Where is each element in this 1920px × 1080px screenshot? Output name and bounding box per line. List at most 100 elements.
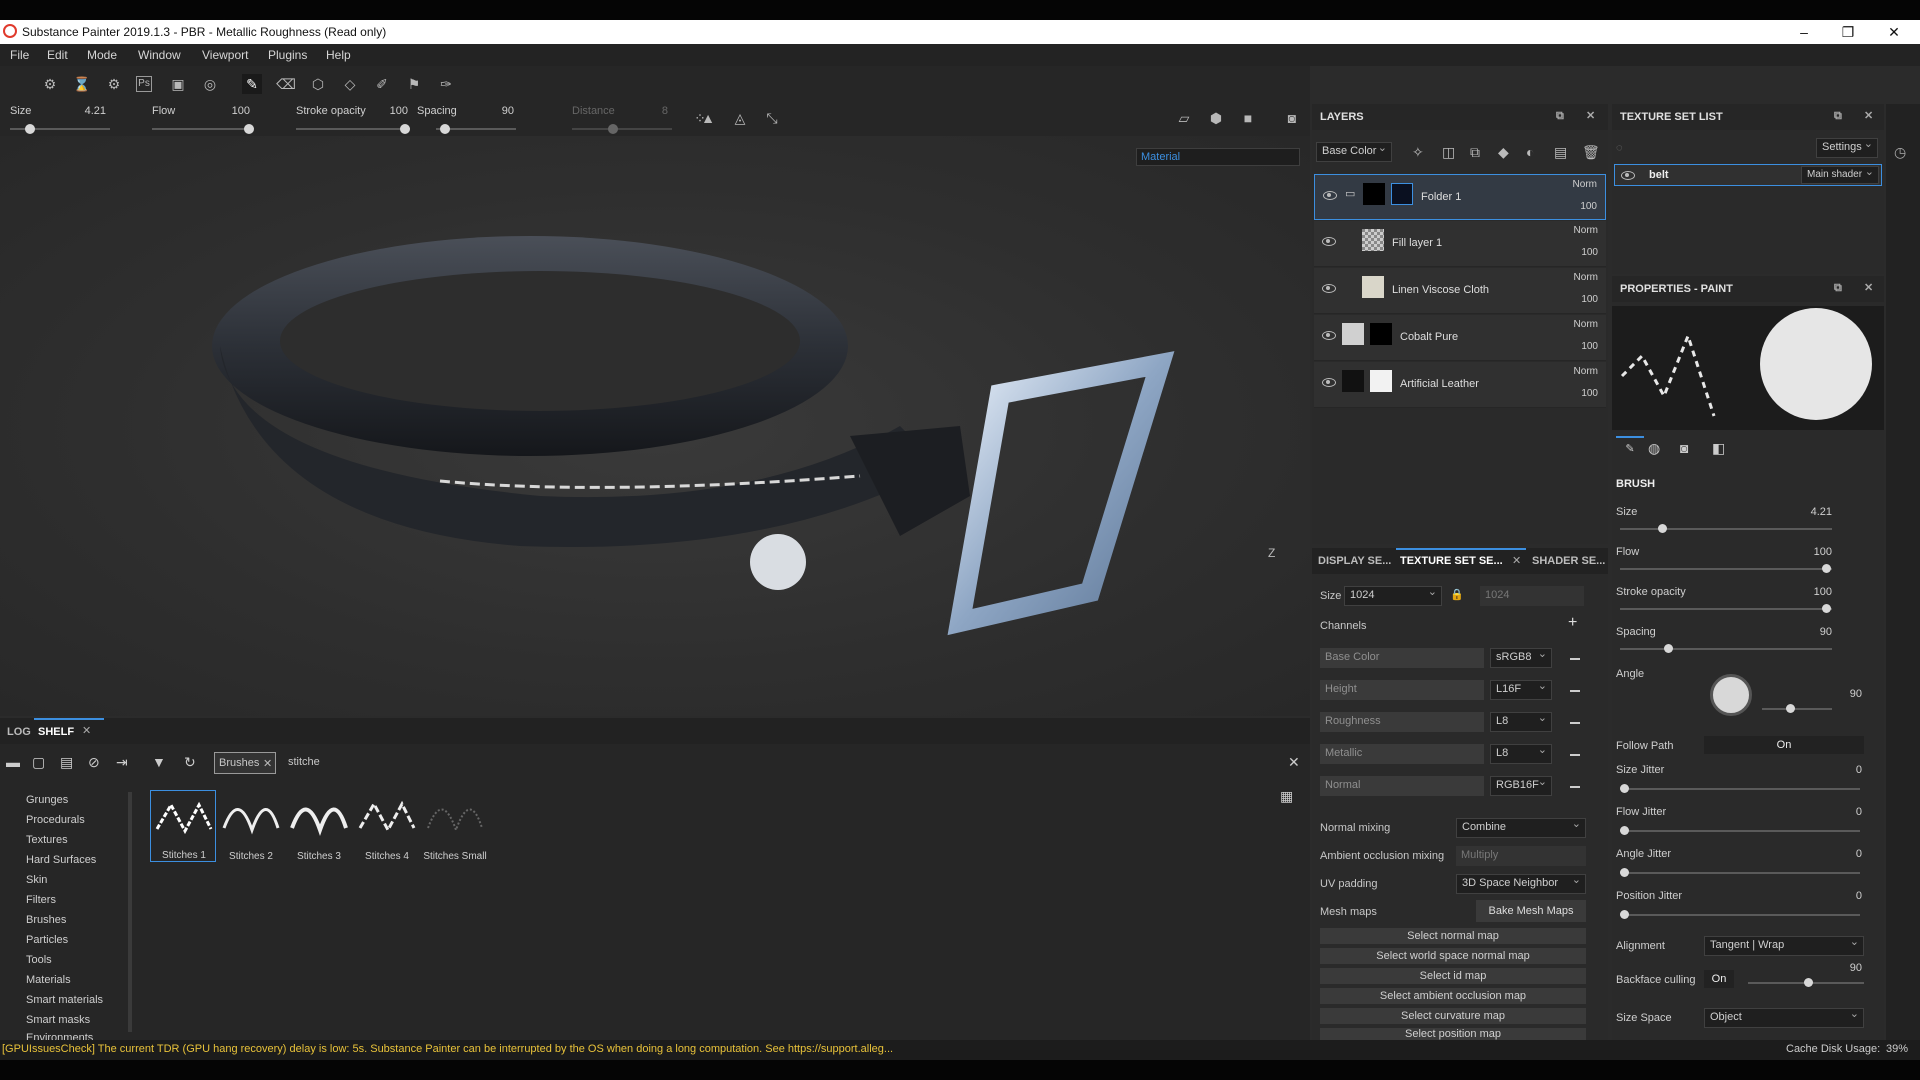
layer-row-artificial-leather[interactable]: Artificial Leather Norm 100 xyxy=(1314,362,1606,408)
transform-icon[interactable]: ⤡ xyxy=(762,108,782,128)
texture-set-settings-select[interactable]: Settings xyxy=(1816,137,1878,158)
category-hard-surfaces[interactable]: Hard Surfaces xyxy=(26,854,96,866)
channel-normal-format[interactable]: RGB16F xyxy=(1490,775,1552,796)
distance-value[interactable]: 8 xyxy=(652,105,668,117)
category-procedurals[interactable]: Procedurals xyxy=(26,814,85,826)
prop-size-slider[interactable] xyxy=(1620,524,1832,533)
add-smart-layer-icon[interactable]: ◐ xyxy=(1526,144,1534,160)
color-picker-icon[interactable]: ✑ xyxy=(436,74,456,94)
follow-path-toggle[interactable]: On xyxy=(1704,736,1864,754)
brush-stitches-small[interactable]: Stitches Small xyxy=(422,790,488,862)
layer-row-linen-viscose-cloth[interactable]: Linen Viscose Cloth Norm 100 xyxy=(1314,268,1606,314)
stroke-opacity-value[interactable]: 100 xyxy=(384,105,408,117)
category-particles[interactable]: Particles xyxy=(26,934,68,946)
filter-chip-brushes[interactable]: Brushes ✕ xyxy=(214,752,276,774)
restore-button[interactable]: ❐ xyxy=(1826,22,1870,42)
prop-angle-slider[interactable] xyxy=(1762,704,1832,713)
shelf-search-input[interactable]: stitche xyxy=(284,752,1294,774)
prop-spacing-slider[interactable] xyxy=(1620,644,1832,653)
import-icon[interactable]: ⇥ xyxy=(116,754,128,771)
visibility-eye-icon[interactable] xyxy=(1323,191,1337,200)
panel-undock-icon[interactable]: ⧉ xyxy=(1834,110,1842,123)
prop-stroke-opacity-knob[interactable] xyxy=(1822,604,1831,613)
layer-blend-mode[interactable]: Norm xyxy=(1573,179,1597,190)
refresh-icon[interactable]: ↻ xyxy=(184,754,196,771)
prop-stroke-opacity-value[interactable]: 100 xyxy=(1814,586,1832,598)
add-mask-icon[interactable]: ◫ xyxy=(1442,144,1455,161)
prop-size-jitter-value[interactable]: 0 xyxy=(1856,764,1862,776)
menu-plugins[interactable]: Plugins xyxy=(268,48,307,62)
add-fill-layer-icon[interactable]: ◆ xyxy=(1498,144,1509,161)
menu-viewport[interactable]: Viewport xyxy=(202,48,248,62)
gear-small-icon[interactable]: ⚙ xyxy=(104,74,124,94)
prop-flow-knob[interactable] xyxy=(1822,564,1831,573)
lock-icon[interactable]: 🔒 xyxy=(1450,588,1464,601)
bake-mesh-maps-button[interactable]: Bake Mesh Maps xyxy=(1476,900,1586,922)
prop-position-jitter-value[interactable]: 0 xyxy=(1856,890,1862,902)
category-materials[interactable]: Materials xyxy=(26,974,71,986)
flow-slider[interactable] xyxy=(152,124,254,134)
prop-flow-jitter-slider[interactable] xyxy=(1620,826,1860,835)
visibility-eye-icon[interactable] xyxy=(1322,331,1336,340)
prop-spacing-value[interactable]: 90 xyxy=(1820,626,1832,638)
channel-height-format[interactable]: L16F xyxy=(1490,679,1552,700)
view-3d-icon[interactable]: ⬢ xyxy=(1206,108,1226,128)
flow-value[interactable]: 100 xyxy=(226,105,250,117)
grid-view-icon[interactable]: ▦ xyxy=(1280,788,1293,805)
category-filters[interactable]: Filters xyxy=(26,894,56,906)
angle-dial[interactable] xyxy=(1710,674,1752,716)
brush-stitches-2[interactable]: Stitches 2 xyxy=(218,790,284,862)
size-slider[interactable] xyxy=(10,124,110,134)
category-textures[interactable]: Textures xyxy=(26,834,68,846)
panel-close-icon[interactable]: ✕ xyxy=(1586,109,1595,122)
tab-close-icon[interactable]: ✕ xyxy=(1512,554,1521,567)
prop-size-knob[interactable] xyxy=(1658,524,1667,533)
prop-flow-value[interactable]: 100 xyxy=(1814,546,1832,558)
prop-size-jitter-knob[interactable] xyxy=(1620,784,1629,793)
visibility-eye-icon[interactable] xyxy=(1322,378,1336,387)
add-effect-icon[interactable]: ✧ xyxy=(1412,144,1424,161)
shader-select[interactable]: Main shader xyxy=(1801,165,1879,184)
prop-size-value[interactable]: 4.21 xyxy=(1811,506,1832,518)
smudge-icon[interactable]: ✐ xyxy=(372,74,392,94)
prop-backface-value[interactable]: 90 xyxy=(1850,962,1862,974)
stroke-opacity-slider[interactable] xyxy=(296,124,410,134)
brush-stitches-1[interactable]: Stitches 1 xyxy=(150,790,216,862)
category-brushes[interactable]: Brushes xyxy=(26,914,66,926)
settings-gear-icon[interactable]: ⚙ xyxy=(40,74,60,94)
new-shelf-icon[interactable]: ▢ xyxy=(32,754,45,771)
stroke-opacity-knob[interactable] xyxy=(400,124,410,134)
tab-texture-set-settings[interactable]: TEXTURE SET SE... xyxy=(1400,555,1503,567)
clear-search-icon[interactable]: ✕ xyxy=(1288,754,1300,771)
history-icon[interactable]: ◷ xyxy=(1894,144,1906,161)
panel-close-icon[interactable]: ✕ xyxy=(1864,109,1873,122)
layer-row-cobalt-pure[interactable]: Cobalt Pure Norm 100 xyxy=(1314,315,1606,361)
channel-roughness-format[interactable]: L8 xyxy=(1490,711,1552,732)
prop-backface-slider[interactable] xyxy=(1748,978,1864,987)
tab-shader-settings[interactable]: SHADER SE... xyxy=(1532,555,1605,567)
menu-edit[interactable]: Edit xyxy=(47,48,68,62)
add-folder-icon[interactable]: ▤ xyxy=(1554,144,1567,161)
select-normal-map-button[interactable]: Select normal map xyxy=(1320,928,1586,944)
layer-opacity[interactable]: 100 xyxy=(1581,388,1598,399)
delete-layer-icon[interactable]: 🗑 xyxy=(1582,144,1600,161)
prop-flow-jitter-knob[interactable] xyxy=(1620,826,1629,835)
panel-undock-icon[interactable]: ⧉ xyxy=(1556,110,1564,123)
viewport-material-select[interactable]: Material xyxy=(1136,148,1300,166)
photoshop-export-icon[interactable]: Ps xyxy=(136,76,152,92)
category-tools[interactable]: Tools xyxy=(26,954,52,966)
material-tab-icon[interactable]: ◧ xyxy=(1712,440,1725,457)
category-skin[interactable]: Skin xyxy=(26,874,47,886)
tab-display-settings[interactable]: DISPLAY SE... xyxy=(1318,555,1391,567)
select-ao-map-button[interactable]: Select ambient occlusion map xyxy=(1320,988,1586,1004)
alignment-select[interactable]: Tangent | Wrap xyxy=(1704,935,1864,956)
visibility-eye-icon[interactable] xyxy=(1322,237,1336,246)
select-position-map-button[interactable]: Select position map xyxy=(1320,1028,1586,1040)
filter-icon[interactable]: ▼ xyxy=(152,754,166,770)
channel-metallic-format[interactable]: L8 xyxy=(1490,743,1552,764)
tab-log[interactable]: LOG xyxy=(7,726,31,738)
3d-viewport[interactable]: Z xyxy=(0,136,1310,716)
layer-blend-mode[interactable]: Norm xyxy=(1574,366,1598,377)
select-world-space-normal-map-button[interactable]: Select world space normal map xyxy=(1320,948,1586,964)
layer-opacity[interactable]: 100 xyxy=(1581,341,1598,352)
